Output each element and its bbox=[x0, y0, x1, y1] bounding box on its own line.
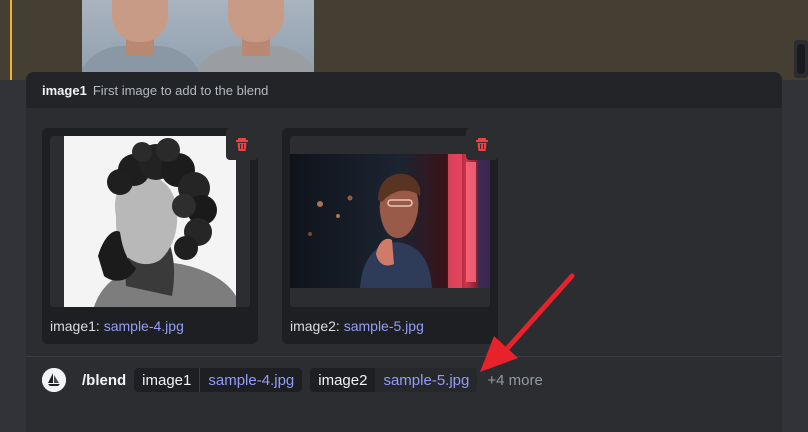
red-arrow-icon bbox=[480, 273, 575, 372]
